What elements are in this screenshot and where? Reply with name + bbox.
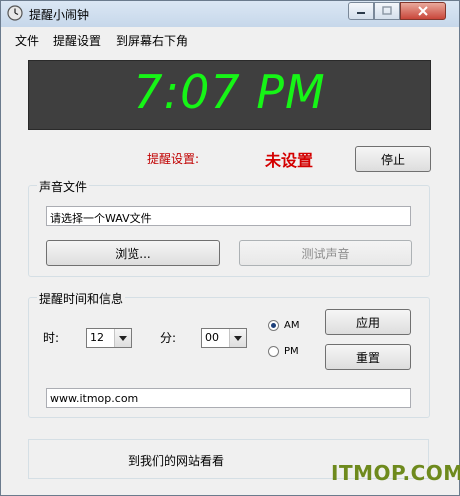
minute-select[interactable]: 00	[201, 328, 247, 348]
alarm-status: 未设置	[265, 151, 314, 170]
close-icon	[418, 6, 428, 16]
minimize-icon	[357, 12, 365, 14]
clock-time: 7:07 PM	[133, 65, 326, 119]
hour-label: 时:	[43, 331, 60, 345]
hour-value: 12	[90, 331, 104, 344]
pm-label: PM	[284, 346, 299, 357]
watermark: ITMOP.COM	[331, 461, 460, 485]
maximize-button[interactable]	[374, 2, 400, 20]
pm-radio[interactable]	[268, 346, 279, 357]
reminder-group-title: 提醒时间和信息	[37, 290, 126, 307]
menu-move-to-corner[interactable]: 到屏幕右下角	[116, 32, 188, 49]
minimize-button[interactable]	[348, 2, 374, 20]
menu-reminder-settings[interactable]: 提醒设置	[53, 32, 101, 49]
message-input[interactable]: www.itmop.com	[46, 388, 411, 408]
website-link[interactable]: 到我们的网站看看	[128, 452, 224, 469]
browse-button[interactable]: 浏览...	[46, 240, 220, 266]
stop-button[interactable]: 停止	[355, 146, 431, 172]
sound-file-group-title: 声音文件	[37, 178, 90, 195]
minute-value: 00	[205, 331, 219, 344]
chevron-down-icon	[229, 329, 246, 347]
menu-file[interactable]: 文件	[15, 32, 39, 49]
alarm-setting-label: 提醒设置:	[147, 152, 200, 166]
minute-label: 分:	[160, 331, 177, 345]
maximize-icon	[382, 6, 392, 15]
clock-icon	[7, 5, 23, 21]
close-button[interactable]	[400, 2, 446, 20]
window-title: 提醒小闹钟	[29, 8, 90, 22]
test-sound-button[interactable]: 测试声音	[239, 240, 412, 266]
reset-button[interactable]: 重置	[325, 344, 411, 370]
am-radio[interactable]	[268, 320, 279, 331]
hour-select[interactable]: 12	[86, 328, 132, 348]
clock-display: 7:07 PM	[28, 60, 431, 130]
menu-bar: 文件 提醒设置 到屏幕右下角	[1, 29, 459, 51]
apply-button[interactable]: 应用	[325, 309, 411, 335]
app-window: 提醒小闹钟 文件 提醒设置 到屏幕右下角 7:07 PM 提醒设置: 未设置 停…	[0, 0, 460, 496]
title-bar[interactable]: 提醒小闹钟	[1, 1, 459, 27]
am-label: AM	[284, 320, 300, 331]
chevron-down-icon	[114, 329, 131, 347]
sound-file-input[interactable]: 请选择一个WAV文件	[46, 206, 411, 226]
